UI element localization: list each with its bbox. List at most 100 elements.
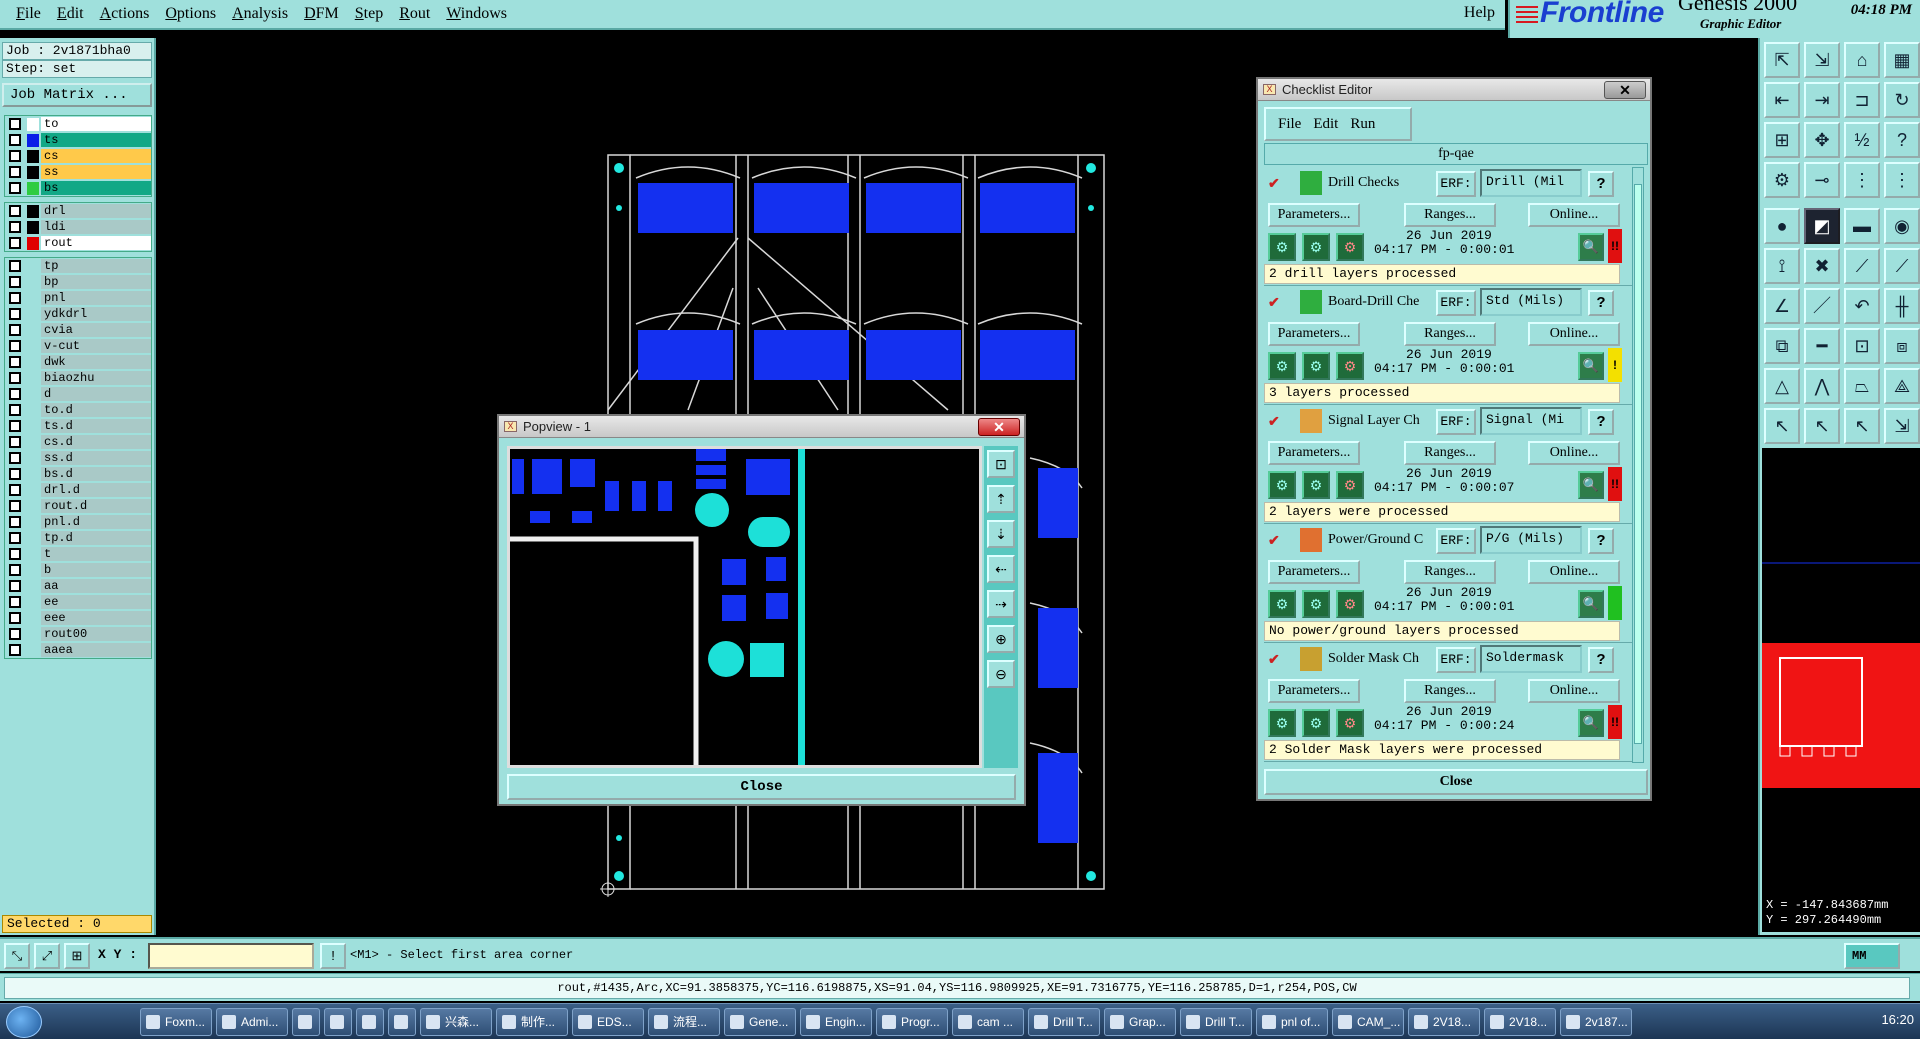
line-icon[interactable]: ▬ (1844, 208, 1880, 244)
taskbar-item[interactable]: 2V18... (1408, 1008, 1480, 1036)
layer-row[interactable]: rout.d (5, 498, 151, 514)
layer-row[interactable]: t (5, 546, 151, 562)
ranges-button[interactable]: Ranges... (1404, 203, 1496, 227)
taskbar-item[interactable]: 2V18... (1484, 1008, 1556, 1036)
help-icon[interactable]: ? (1588, 171, 1614, 197)
taskbar-item[interactable]: EDS... (572, 1008, 644, 1036)
checklist-scrollbar[interactable] (1632, 167, 1644, 763)
layer-checkbox[interactable] (9, 548, 21, 560)
snap-mode-icon[interactable]: ⤡ (4, 943, 30, 969)
layer-checkbox[interactable] (9, 308, 21, 320)
overview-map[interactable] (1762, 448, 1920, 928)
grid-mode-icon[interactable]: ⊞ (64, 943, 90, 969)
xy-input[interactable] (148, 943, 314, 969)
layer-checkbox[interactable] (9, 388, 21, 400)
copy-icon[interactable]: ⧈ (1884, 328, 1920, 364)
arc-icon[interactable]: ↶ (1844, 288, 1880, 324)
taskbar-item[interactable]: 流程... (648, 1008, 720, 1036)
layer-checkbox[interactable] (9, 166, 21, 178)
grid-icon[interactable]: ▦ (1884, 42, 1920, 78)
action-enabled-checkbox[interactable]: ✔ (1268, 175, 1280, 192)
layer-row[interactable]: pnl.d (5, 514, 151, 530)
pan-left-icon[interactable]: ⇤ (1764, 82, 1800, 118)
ranges-button[interactable]: Ranges... (1404, 679, 1496, 703)
erf-button[interactable]: ERF: (1436, 528, 1476, 554)
layer-checkbox[interactable] (9, 221, 21, 233)
run-action-icon[interactable]: ⚙ (1268, 709, 1296, 737)
action-name[interactable]: Board-Drill Che (1328, 294, 1438, 310)
scale-icon[interactable]: ½ (1844, 122, 1880, 158)
parameters-button[interactable]: Parameters... (1268, 441, 1360, 465)
menu-help[interactable]: Help (1464, 4, 1495, 22)
pan-up-icon[interactable]: ⇡ (987, 485, 1015, 513)
layer-row[interactable]: ts (5, 132, 151, 148)
layer-checkbox[interactable] (9, 420, 21, 432)
ranges-button[interactable]: Ranges... (1404, 322, 1496, 346)
layer-checkbox[interactable] (9, 628, 21, 640)
color-layer-icon[interactable]: ◩ (1804, 208, 1840, 244)
help-icon[interactable]: ? (1588, 528, 1614, 554)
layer-checkbox[interactable] (9, 436, 21, 448)
erf-button[interactable]: ERF: (1436, 171, 1476, 197)
box-icon[interactable]: ⊡ (1844, 328, 1880, 364)
layer-checkbox[interactable] (9, 237, 21, 249)
layer-checkbox[interactable] (9, 150, 21, 162)
action-name[interactable]: Solder Mask Ch (1328, 651, 1438, 667)
measure-mode-icon[interactable]: ⤢ (34, 943, 60, 969)
zoom-in-icon[interactable]: ⊕ (987, 625, 1015, 653)
pointer-move-icon[interactable]: ↖ (1844, 408, 1880, 444)
layer-checkbox[interactable] (9, 500, 21, 512)
taskbar-item[interactable]: Progr... (876, 1008, 948, 1036)
layer-checkbox[interactable] (9, 484, 21, 496)
layer-row[interactable]: drl (5, 203, 151, 219)
zoom-fit-icon[interactable]: ⊡ (987, 450, 1015, 478)
erf-button[interactable]: ERF: (1436, 647, 1476, 673)
taskbar-item[interactable] (324, 1008, 352, 1036)
taskbar-item[interactable]: 兴森... (420, 1008, 492, 1036)
measure-icon[interactable]: ⚙ (1764, 162, 1800, 198)
help-icon[interactable]: ? (1588, 409, 1614, 435)
online-button[interactable]: Online... (1528, 322, 1620, 346)
parameters-button[interactable]: Parameters... (1268, 560, 1360, 584)
menu-edit[interactable]: Edit (57, 3, 84, 25)
layer-row[interactable]: bp (5, 274, 151, 290)
zoom-home-icon[interactable]: ⇱ (1764, 42, 1800, 78)
action-name[interactable]: Signal Layer Ch (1328, 413, 1438, 429)
peak-icon[interactable]: ⋀ (1804, 368, 1840, 404)
taskbar-item[interactable]: Drill T... (1180, 1008, 1252, 1036)
action-name[interactable]: Drill Checks (1328, 175, 1438, 191)
pointer-icon[interactable]: ↖ (1764, 408, 1800, 444)
taskbar-item[interactable]: cam ... (952, 1008, 1024, 1036)
parameters-button[interactable]: Parameters... (1268, 203, 1360, 227)
erf-value[interactable]: P/G (Mils) (1480, 526, 1582, 554)
checklist-close-button[interactable]: Close (1264, 769, 1648, 795)
layer-row[interactable]: cs.d (5, 434, 151, 450)
layer-checkbox[interactable] (9, 644, 21, 656)
layer-row[interactable]: ss.d (5, 450, 151, 466)
action-enabled-checkbox[interactable]: ✔ (1268, 532, 1280, 549)
units-selector[interactable]: MM (1844, 943, 1900, 969)
layer-row[interactable]: ts.d (5, 418, 151, 434)
layer-row[interactable]: tp.d (5, 530, 151, 546)
erf-value[interactable]: Drill (Mil (1480, 169, 1582, 197)
checklist-titlebar[interactable]: X Checklist Editor ✕ (1258, 79, 1650, 101)
menu-actions[interactable]: Actions (100, 3, 150, 25)
layer-row[interactable]: ss (5, 164, 151, 180)
layer-checkbox[interactable] (9, 324, 21, 336)
pin-icon[interactable]: ⊸ (1804, 162, 1840, 198)
online-button[interactable]: Online... (1528, 203, 1620, 227)
taskbar-item[interactable]: CAM_... (1332, 1008, 1404, 1036)
triangle-icon[interactable]: △ (1764, 368, 1800, 404)
layer-checkbox[interactable] (9, 612, 21, 624)
layer-row[interactable]: drl.d (5, 482, 151, 498)
checklist-menu-edit[interactable]: Edit (1313, 116, 1338, 133)
pan-down-icon[interactable]: ⇣ (987, 520, 1015, 548)
parameters-button[interactable]: Parameters... (1268, 679, 1360, 703)
pan-right-icon[interactable]: ⇢ (987, 590, 1015, 618)
layer-row[interactable]: ee (5, 594, 151, 610)
action-enabled-checkbox[interactable]: ✔ (1268, 413, 1280, 430)
layer-checkbox[interactable] (9, 468, 21, 480)
taskbar-item[interactable]: 制作... (496, 1008, 568, 1036)
layer-row[interactable]: cvia (5, 322, 151, 338)
ranges-button[interactable]: Ranges... (1404, 441, 1496, 465)
